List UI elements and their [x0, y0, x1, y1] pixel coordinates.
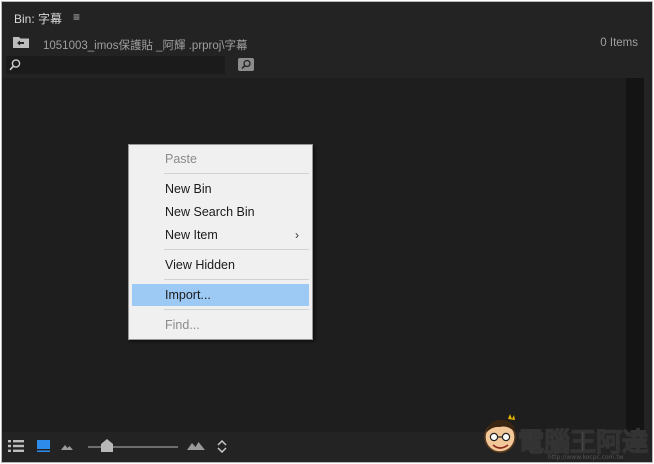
bin-path-row: 1051003_imos保護貼 _阿輝 .prproj\字幕 0 Items	[2, 31, 652, 55]
vertical-scrollbar[interactable]	[626, 78, 644, 432]
sort-icon[interactable]	[217, 440, 227, 453]
menu-item-view-hidden[interactable]: View Hidden	[132, 254, 309, 276]
list-view-icon[interactable]	[8, 440, 24, 452]
search-input[interactable]	[6, 56, 225, 74]
watermark-url: http://www.kocpc.com.tw	[548, 454, 624, 461]
menu-separator	[164, 279, 309, 280]
menu-separator	[164, 309, 309, 310]
panel-tab-title[interactable]: Bin: 字幕	[14, 10, 62, 27]
menu-item-import[interactable]: Import...	[132, 284, 309, 306]
menu-separator	[164, 173, 309, 174]
menu-item-new-search-bin[interactable]: New Search Bin	[132, 201, 309, 223]
items-count: 0 Items	[600, 37, 638, 49]
menu-item-new-bin[interactable]: New Bin	[132, 178, 309, 200]
menu-item-paste[interactable]: Paste	[132, 148, 309, 170]
menu-separator	[164, 249, 309, 250]
zoom-in-icon[interactable]	[187, 441, 205, 450]
find-icon[interactable]	[238, 58, 254, 71]
bin-path: 1051003_imos保護貼 _阿輝 .prproj\字幕	[43, 40, 248, 52]
panel-menu-icon[interactable]: ≡	[73, 10, 80, 24]
zoom-out-icon[interactable]	[61, 443, 73, 450]
watermark-logo: 電腦王阿達 http://www.kocpc.com.tw	[484, 414, 649, 461]
panel-header: Bin: 字幕 ≡	[2, 2, 652, 31]
search-icon	[9, 59, 21, 71]
menu-item-new-item-label: New Item	[165, 228, 218, 242]
icon-view-icon[interactable]	[37, 440, 50, 452]
project-bin-panel: Bin: 字幕 ≡ 1051003_imos保護貼 _阿輝 .prproj\字幕…	[1, 1, 653, 463]
submenu-arrow-icon: ›	[295, 228, 299, 242]
zoom-slider-handle[interactable]	[101, 439, 113, 452]
context-menu: Paste New Bin New Search Bin New Item › …	[128, 144, 313, 340]
menu-item-new-item[interactable]: New Item ›	[132, 224, 309, 246]
bin-content-area[interactable]	[2, 78, 642, 432]
menu-item-find[interactable]: Find...	[132, 314, 309, 336]
search-row	[2, 55, 652, 77]
parent-bin-icon[interactable]	[13, 36, 29, 48]
